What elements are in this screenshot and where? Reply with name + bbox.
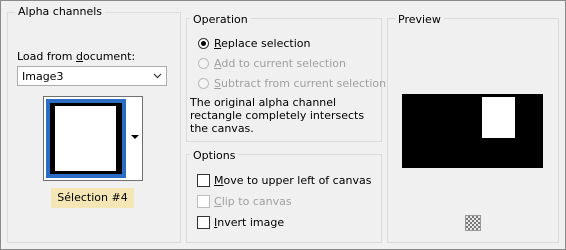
invert-rest: nvert image bbox=[217, 216, 285, 229]
dropdown-arrow-icon bbox=[131, 135, 139, 139]
thumbnail-canvas bbox=[50, 103, 122, 174]
subtract-from-selection-label[interactable]: Subtract from current selection bbox=[214, 77, 386, 90]
load-label-pre: Load from bbox=[17, 50, 76, 63]
operation-description: The original alpha channel rectangle com… bbox=[190, 96, 365, 135]
add-to-selection-label[interactable]: Add to current selection bbox=[214, 57, 346, 70]
selection-name-badge: Sélection #4 bbox=[51, 188, 134, 208]
add-rest: dd to current selection bbox=[221, 57, 346, 70]
clip-rest: lip to canvas bbox=[221, 195, 292, 208]
move-rest: ove to upper left of canvas bbox=[223, 174, 372, 187]
operation-title: Operation bbox=[190, 13, 251, 27]
alpha-channel-thumbnail-picker[interactable] bbox=[43, 96, 143, 181]
move-mnemonic: M bbox=[214, 174, 224, 187]
thumbnail-dropdown-button[interactable] bbox=[128, 99, 142, 178]
invert-image-label[interactable]: Invert image bbox=[214, 216, 284, 229]
thumbnail-selection bbox=[55, 106, 116, 171]
checkbox-invert-image[interactable] bbox=[197, 216, 210, 229]
document-dropdown-value: Image3 bbox=[22, 70, 64, 83]
subtract-rest: ubtract from current selection bbox=[220, 77, 387, 90]
load-label-mnemonic: d bbox=[75, 50, 83, 63]
preview-selection bbox=[482, 97, 515, 138]
radio-subtract-from-selection[interactable] bbox=[198, 78, 209, 89]
preview-title: Preview bbox=[395, 13, 444, 27]
chevron-down-icon bbox=[153, 73, 162, 79]
clip-to-canvas-label[interactable]: Clip to canvas bbox=[214, 195, 292, 208]
radio-replace-selection[interactable] bbox=[198, 38, 209, 49]
move-to-upper-left-label[interactable]: Move to upper left of canvas bbox=[214, 174, 371, 187]
alpha-channel-thumbnail[interactable] bbox=[46, 99, 126, 178]
load-label-post: ocument: bbox=[82, 50, 136, 63]
radio-add-to-selection[interactable] bbox=[198, 58, 209, 69]
options-title: Options bbox=[190, 149, 239, 163]
checkbox-clip-to-canvas[interactable] bbox=[197, 195, 210, 208]
replace-selection-label[interactable]: Replace selection bbox=[214, 37, 310, 50]
checkbox-move-to-upper-left[interactable] bbox=[197, 174, 210, 187]
replace-rest: eplace selection bbox=[221, 37, 311, 50]
document-dropdown[interactable]: Image3 bbox=[17, 66, 167, 86]
preview-canvas bbox=[402, 94, 543, 168]
transparency-checker-icon[interactable] bbox=[465, 215, 481, 231]
alpha-channels-title: Alpha channels bbox=[15, 5, 106, 19]
clip-mnemonic: C bbox=[214, 195, 222, 208]
load-from-document-label: Load from document: bbox=[17, 50, 135, 63]
subtract-mnemonic: S bbox=[214, 77, 221, 90]
